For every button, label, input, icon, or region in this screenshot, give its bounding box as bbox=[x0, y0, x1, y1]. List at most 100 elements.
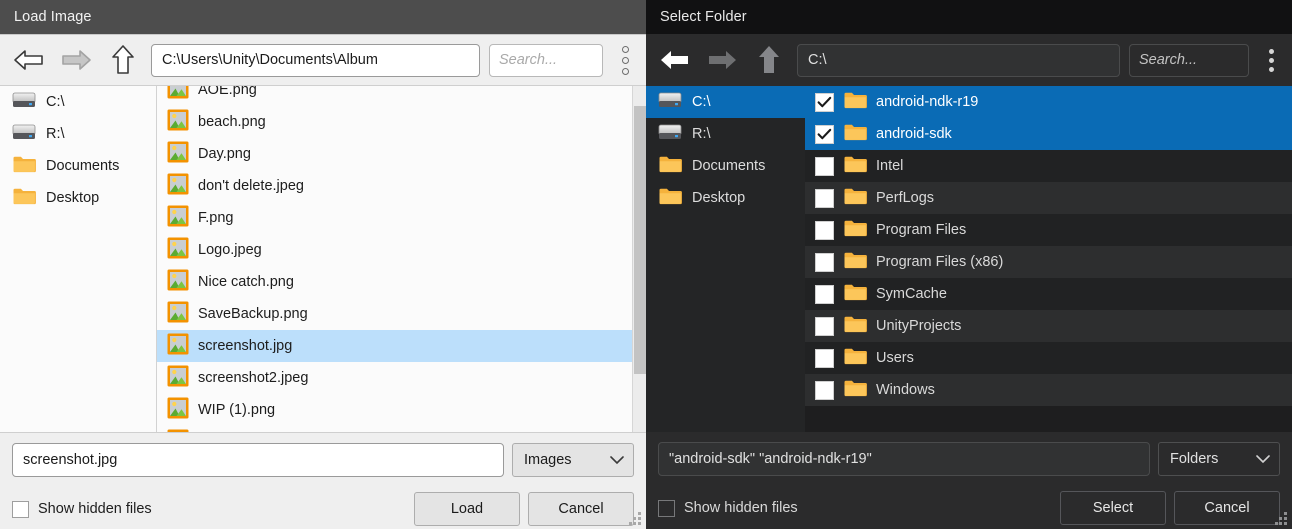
image-file-icon bbox=[167, 86, 189, 99]
path-field-wrapper: C:\Users\Unity\Documents\Album bbox=[151, 44, 480, 77]
folder-icon bbox=[843, 250, 867, 275]
path-input[interactable]: C:\ bbox=[797, 44, 1120, 77]
chevron-down-icon bbox=[610, 455, 624, 465]
folder-list-item[interactable]: Windows bbox=[805, 374, 1292, 406]
file-list-item[interactable] bbox=[157, 426, 646, 432]
image-file-icon bbox=[167, 205, 189, 232]
show-hidden-files-toggle[interactable]: Show hidden files bbox=[12, 501, 152, 518]
selection-input[interactable]: "android-sdk" "android-ndk-r19" bbox=[658, 442, 1150, 476]
file-list-scrollbar[interactable] bbox=[632, 86, 646, 432]
folder-list-item[interactable]: android-ndk-r19 bbox=[805, 86, 1292, 118]
show-hidden-files-checkbox[interactable] bbox=[12, 501, 29, 518]
up-button[interactable] bbox=[104, 41, 142, 79]
folder-list-item[interactable]: UnityProjects bbox=[805, 310, 1292, 342]
place-item-label: C:\ bbox=[46, 94, 65, 110]
place-item-c[interactable]: C:\ bbox=[0, 86, 156, 118]
folder-checkbox[interactable] bbox=[815, 349, 834, 368]
file-list-item[interactable]: Logo.jpeg bbox=[157, 234, 646, 266]
folder-icon bbox=[843, 122, 867, 147]
file-list-scrollbar-thumb[interactable] bbox=[634, 106, 646, 374]
folder-list-item[interactable]: Program Files bbox=[805, 214, 1292, 246]
folder-checkbox[interactable] bbox=[815, 157, 834, 176]
load-image-dialog: Load Image C:\Users\Unity\Documents\Albu… bbox=[0, 0, 646, 529]
folder-list-item[interactable]: SymCache bbox=[805, 278, 1292, 310]
place-item-r[interactable]: R:\ bbox=[646, 118, 805, 150]
file-list-item[interactable]: Nice catch.png bbox=[157, 266, 646, 298]
file-list-item[interactable]: F.png bbox=[157, 202, 646, 234]
file-list-item[interactable]: don't delete.jpeg bbox=[157, 170, 646, 202]
resize-grip[interactable] bbox=[1275, 512, 1288, 525]
up-button[interactable] bbox=[750, 41, 788, 79]
folder-icon bbox=[843, 186, 867, 206]
kebab-menu-button[interactable] bbox=[612, 41, 638, 79]
place-item-desktop[interactable]: Desktop bbox=[0, 182, 156, 214]
image-file-icon bbox=[167, 141, 189, 168]
folder-icon bbox=[843, 314, 867, 334]
folder-checkbox[interactable] bbox=[815, 285, 834, 304]
file-list-item[interactable]: screenshot.jpg bbox=[157, 330, 646, 362]
folder-checkbox[interactable] bbox=[815, 381, 834, 400]
folder-list-item[interactable]: Users bbox=[805, 342, 1292, 374]
cancel-button[interactable]: Cancel bbox=[528, 492, 634, 526]
file-list-item[interactable]: screenshot2.jpeg bbox=[157, 362, 646, 394]
place-item-c[interactable]: C:\ bbox=[646, 86, 805, 118]
back-button[interactable] bbox=[656, 41, 694, 79]
place-item-documents[interactable]: Documents bbox=[0, 150, 156, 182]
folder-list-item[interactable]: Program Files (x86) bbox=[805, 246, 1292, 278]
path-input[interactable]: C:\Users\Unity\Documents\Album bbox=[151, 44, 480, 77]
folder-icon bbox=[843, 346, 867, 366]
file-list[interactable]: AOE.pngbeach.pngDay.pngdon't delete.jpeg… bbox=[157, 86, 646, 432]
place-item-label: Documents bbox=[46, 158, 119, 174]
image-file-icon bbox=[167, 237, 189, 264]
folder-checkbox[interactable] bbox=[815, 221, 834, 240]
image-file-icon bbox=[167, 109, 189, 131]
folder-list[interactable]: android-ndk-r19android-sdkIntel PerfLogs P… bbox=[805, 86, 1292, 432]
folder-checkbox[interactable] bbox=[815, 317, 834, 336]
folder-list-item[interactable]: Intel bbox=[805, 150, 1292, 182]
file-list-item[interactable]: WIP (1).png bbox=[157, 394, 646, 426]
folder-checkbox[interactable] bbox=[815, 125, 834, 144]
cancel-button[interactable]: Cancel bbox=[1174, 491, 1280, 525]
folder-checkbox[interactable] bbox=[815, 93, 834, 112]
image-file-icon bbox=[167, 237, 189, 259]
place-item-label: Desktop bbox=[46, 190, 99, 206]
folder-checkbox[interactable] bbox=[815, 189, 834, 208]
folder-checkbox[interactable] bbox=[815, 253, 834, 272]
folder-list-item[interactable]: android-sdk bbox=[805, 118, 1292, 150]
filename-input[interactable]: screenshot.jpg bbox=[12, 443, 504, 477]
file-list-item[interactable]: SaveBackup.png bbox=[157, 298, 646, 330]
file-list-item[interactable]: beach.png bbox=[157, 106, 646, 138]
filter-select[interactable]: Folders bbox=[1158, 442, 1280, 476]
back-button[interactable] bbox=[10, 41, 48, 79]
forward-button[interactable] bbox=[703, 41, 741, 79]
search-input[interactable]: Search... bbox=[1129, 44, 1249, 77]
folder-icon bbox=[843, 186, 867, 211]
file-name: Logo.jpeg bbox=[198, 242, 262, 258]
show-hidden-files-toggle[interactable]: Show hidden files bbox=[658, 500, 798, 517]
show-hidden-files-checkbox[interactable] bbox=[658, 500, 675, 517]
select-button[interactable]: Select bbox=[1060, 491, 1166, 525]
arrow-up-icon bbox=[757, 44, 781, 76]
resize-grip[interactable] bbox=[629, 512, 642, 525]
filter-select[interactable]: Images bbox=[512, 443, 634, 477]
place-item-r[interactable]: R:\ bbox=[0, 118, 156, 150]
kebab-menu-button[interactable] bbox=[1258, 41, 1284, 79]
place-item-documents[interactable]: Documents bbox=[646, 150, 805, 182]
forward-button[interactable] bbox=[57, 41, 95, 79]
folder-icon bbox=[843, 154, 867, 179]
folder-name: PerfLogs bbox=[876, 190, 934, 206]
folder-icon bbox=[843, 282, 867, 307]
image-file-icon bbox=[167, 205, 189, 227]
drive-icon bbox=[12, 90, 36, 115]
image-file-icon bbox=[167, 301, 189, 328]
folder-icon bbox=[843, 90, 867, 110]
file-list-item[interactable]: Day.png bbox=[157, 138, 646, 170]
folder-list-item[interactable]: PerfLogs bbox=[805, 182, 1292, 214]
image-file-icon bbox=[167, 333, 189, 360]
load-button[interactable]: Load bbox=[414, 492, 520, 526]
search-input[interactable]: Search... bbox=[489, 44, 603, 77]
folder-icon bbox=[843, 90, 867, 115]
file-list-item[interactable]: AOE.png bbox=[157, 86, 646, 106]
folder-places-sidebar: C:\R:\DocumentsDesktop bbox=[646, 86, 805, 432]
place-item-desktop[interactable]: Desktop bbox=[646, 182, 805, 214]
